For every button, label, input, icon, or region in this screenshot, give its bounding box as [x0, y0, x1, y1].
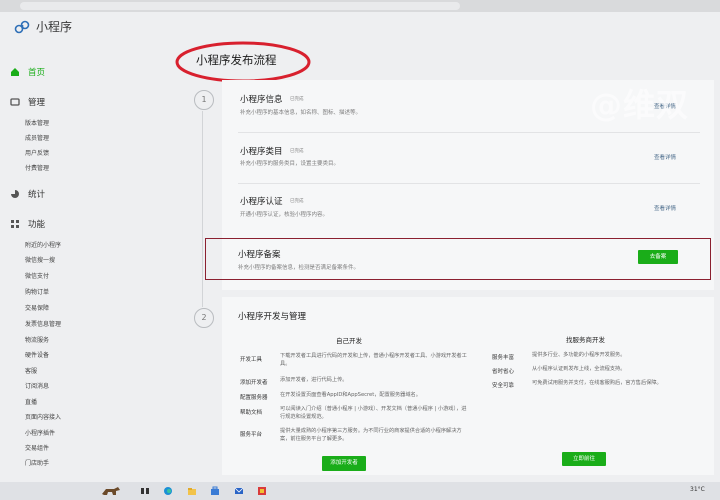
- grid-icon: [11, 220, 19, 228]
- section-divider: [238, 183, 700, 184]
- sidebar-item-stats[interactable]: 统计: [10, 188, 45, 200]
- pie-chart-icon: [11, 190, 19, 198]
- row-text-tools: 下载开发者工具进行代码的开发和上传，普通小程序开发者工具、小游戏开发者工具。: [280, 353, 467, 367]
- row-label-platform: 服务平台: [240, 432, 263, 438]
- sidebar-item-search[interactable]: 微信搜一搜: [25, 255, 55, 264]
- section-verify-title: 小程序认证: [240, 197, 283, 207]
- temperature-readout: 31°C: [690, 486, 705, 493]
- section-filing-title: 小程序备案: [238, 250, 281, 260]
- section-filing-desc: 补充小程序的备案信息，检测是否满足备案条件。: [238, 265, 360, 271]
- manage-icon: [10, 98, 20, 106]
- dev-title: 小程序开发与管理: [238, 312, 307, 322]
- row-label-add-dev: 添加开发者: [240, 380, 268, 386]
- mail-icon[interactable]: [234, 486, 244, 496]
- row-label-safe: 安全可靠: [492, 383, 515, 389]
- row-text-server: 在开发设置页面查看AppID和AppSecret，配置服务器域名。: [280, 392, 421, 398]
- sidebar-item-service[interactable]: 客服: [25, 366, 37, 375]
- home-icon: [11, 68, 19, 76]
- watermark: @维双: [590, 86, 690, 124]
- row-text-docs: 可以阅读入门介绍（普通小程序 | 小游戏）、开发文档（普通小程序 | 小游戏），…: [280, 406, 467, 420]
- sidebar-item-guarantee[interactable]: 交易保障: [25, 303, 49, 312]
- go-vendor-button[interactable]: 立即前往: [562, 452, 606, 466]
- section-category-title: 小程序类目: [240, 147, 283, 157]
- edge-icon[interactable]: [163, 486, 173, 496]
- section-info-desc: 补充小程序的基本信息，如名称、图标、描述等。: [240, 110, 362, 116]
- sidebar-manage-label: 管理: [28, 98, 46, 108]
- browser-screen: 小程序 首页 管理 版本管理 成员管理 用户反馈 付费管理 统计 功能 附近的小…: [0, 0, 720, 500]
- section-info-badge: 已完成: [290, 97, 304, 102]
- row-label-server: 配置服务器: [240, 395, 268, 401]
- step-1-indicator: 1: [194, 90, 214, 110]
- store-icon[interactable]: [210, 486, 220, 496]
- row-label-save-time: 省时省心: [492, 369, 515, 375]
- sidebar-item-trade[interactable]: 交易组件: [25, 443, 49, 452]
- step-connector: [202, 111, 203, 307]
- sidebar-item-payment[interactable]: 付费管理: [25, 163, 49, 172]
- sidebar-stats-label: 统计: [28, 190, 46, 200]
- sidebar-item-hardware[interactable]: 硬件设备: [25, 350, 49, 359]
- app-name: 小程序: [36, 20, 73, 34]
- sidebar-item-home[interactable]: 首页: [10, 66, 45, 78]
- section-verify-badge: 已完成: [290, 199, 304, 204]
- browser-address-strip: [0, 0, 720, 12]
- section-verify-desc: 开通小程序认证，核验小程序内容。: [240, 212, 329, 218]
- sidebar-item-live[interactable]: 直播: [25, 397, 37, 406]
- horse-icon[interactable]: [100, 486, 122, 496]
- folder-icon[interactable]: [187, 486, 197, 496]
- sidebar-item-members[interactable]: 成员管理: [25, 133, 49, 142]
- section-info-title: 小程序信息: [240, 95, 283, 105]
- task-view-icon[interactable]: [140, 486, 150, 496]
- section-category-badge: 已完成: [290, 149, 304, 154]
- sidebar-item-features[interactable]: 功能: [10, 218, 45, 230]
- sidebar-item-nearby[interactable]: 附近的小程序: [25, 240, 61, 249]
- go-filing-button[interactable]: 去备案: [638, 250, 678, 264]
- row-text-add-dev: 添加开发者，进行代码上传。: [280, 377, 348, 383]
- section-divider: [238, 132, 700, 133]
- red-annotation-oval: [175, 41, 311, 83]
- sidebar-item-store[interactable]: 门店助手: [25, 458, 49, 467]
- sidebar-item-subscribe[interactable]: 订阅消息: [25, 381, 49, 390]
- sidebar-item-pay[interactable]: 微信支付: [25, 271, 49, 280]
- row-label-tools: 开发工具: [240, 357, 263, 363]
- sidebar-item-version[interactable]: 版本管理: [25, 118, 49, 127]
- row-text-platform: 提供大量成熟的小程序第三方服务。为不同行业的商家提供合适的小程序解决方案，前往服…: [280, 428, 462, 442]
- sidebar-item-logistics[interactable]: 物流服务: [25, 335, 49, 344]
- row-label-rich: 服务丰富: [492, 355, 515, 361]
- sidebar-home-label: 首页: [28, 68, 46, 78]
- address-bar[interactable]: [20, 2, 460, 10]
- app-brand[interactable]: 小程序: [14, 18, 72, 35]
- step-2-indicator: 2: [194, 308, 214, 328]
- section-category-action[interactable]: 查看详情: [654, 153, 676, 161]
- self-dev-title: 自己开发: [336, 337, 362, 345]
- sidebar-item-feedback[interactable]: 用户反馈: [25, 148, 49, 157]
- sidebar-item-invoice[interactable]: 发票信息管理: [25, 319, 61, 328]
- row-label-docs: 帮助文档: [240, 410, 263, 416]
- section-category-desc: 补充小程序的服务类目，设置主要类目。: [240, 161, 340, 167]
- sidebar-item-plugins[interactable]: 小程序插件: [25, 428, 55, 437]
- sidebar-item-content[interactable]: 页面内容接入: [25, 412, 61, 421]
- miniprogram-logo-icon: [14, 20, 30, 33]
- sidebar-item-orders[interactable]: 购物订单: [25, 287, 49, 296]
- row-text-safe: 可免费试用服务并支付，在线客服购后，官方售后保障。: [532, 380, 662, 386]
- row-text-rich: 提供多行业、多功能的小程序开发服务。: [532, 352, 626, 358]
- sidebar-item-manage[interactable]: 管理: [10, 96, 45, 108]
- app-icon[interactable]: [257, 486, 267, 496]
- vendor-dev-title: 找服务商开发: [566, 336, 605, 344]
- section-verify-action[interactable]: 查看详情: [654, 204, 676, 212]
- add-developer-button[interactable]: 添加开发者: [322, 456, 366, 471]
- row-text-save-time: 从小程序认证到发布上线，全流程支持。: [532, 366, 626, 372]
- sidebar-features-label: 功能: [28, 220, 46, 230]
